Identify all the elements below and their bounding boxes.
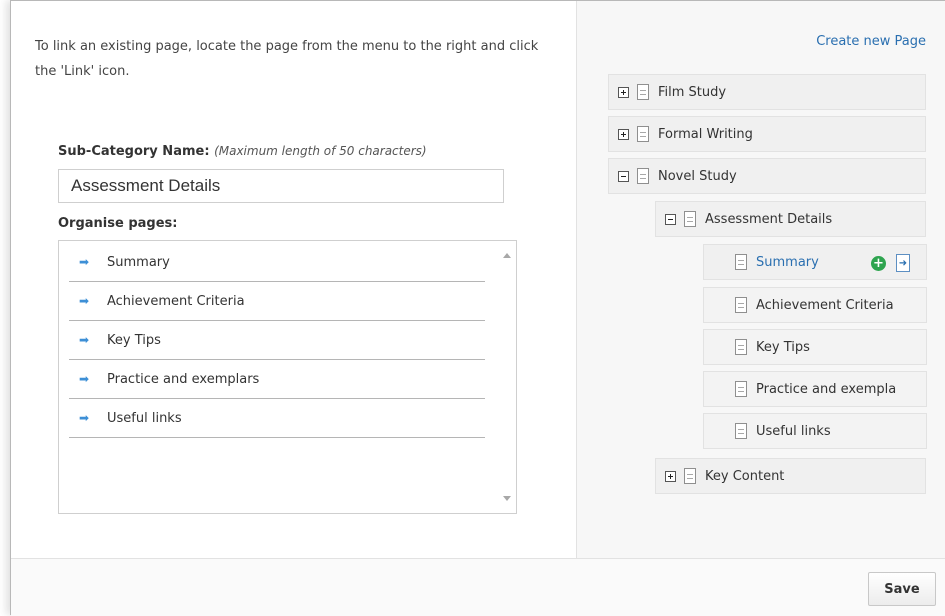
scroll-up-icon[interactable] [503,253,511,258]
document-icon [684,211,696,227]
expand-icon[interactable] [665,470,676,482]
list-item-label: Achievement Criteria [107,293,245,309]
tree-item-practice-and-exemplars[interactable]: Practice and exempla [703,371,927,407]
arrow-right-icon: ➡ [79,411,90,425]
document-icon [637,126,649,142]
tree-item-label: Practice and exempla [756,381,897,397]
tree-item-label: Key Content [705,468,785,484]
add-icon[interactable]: + [871,256,886,271]
tree-item-useful-links[interactable]: Useful links [703,413,927,449]
document-icon [637,168,649,184]
organise-pages-list: ➡ Summary ➡ Achievement Criteria ➡ Key T… [69,243,485,438]
list-item-label: Summary [107,254,170,270]
organise-pages-list-box[interactable]: ➡ Summary ➡ Achievement Criteria ➡ Key T… [58,240,517,514]
document-icon [735,381,747,397]
tree-item-film-study[interactable]: Film Study [608,74,926,110]
arrow-right-icon: ➡ [79,333,90,347]
document-icon [735,254,747,270]
arrow-right-icon: ➡ [79,294,90,308]
subcategory-hint: (Maximum length of 50 characters) [214,144,427,158]
subcategory-label-text: Sub-Category Name: [58,144,210,159]
collapse-icon[interactable] [618,170,629,182]
list-item[interactable]: ➡ Summary [69,243,485,282]
document-icon [637,84,649,100]
tree-item-assessment-details[interactable]: Assessment Details [655,201,926,237]
tree-item-label: Useful links [756,423,831,439]
document-icon [684,468,696,484]
organise-pages-label: Organise pages: [58,216,178,231]
expand-icon[interactable] [618,86,629,98]
dialog-footer: Save [11,558,945,616]
list-item-label: Useful links [107,410,182,426]
list-item-label: Key Tips [107,332,161,348]
tree-item-formal-writing[interactable]: Formal Writing [608,116,926,152]
scroll-down-icon[interactable] [503,496,511,501]
list-item[interactable]: ➡ Achievement Criteria [69,282,485,321]
tree-item-novel-study[interactable]: Novel Study [608,158,926,194]
right-pane: Create new Page Film Study Formal Writin… [576,1,945,558]
tree-item-achievement-criteria[interactable]: Achievement Criteria [703,287,927,323]
document-icon [735,339,747,355]
expand-icon[interactable] [618,128,629,140]
create-new-page-link[interactable]: Create new Page [816,34,926,49]
tree-item-label: Achievement Criteria [756,297,894,313]
tree-item-label: Assessment Details [705,211,833,227]
save-button[interactable]: Save [868,572,936,606]
list-item[interactable]: ➡ Key Tips [69,321,485,360]
left-pane: To link an existing page, locate the pag… [11,1,576,558]
list-item[interactable]: ➡ Useful links [69,399,485,438]
tree-item-label: Formal Writing [658,126,753,142]
list-scrollbar[interactable] [498,241,516,513]
tree-item-label: Film Study [658,84,727,100]
list-item[interactable]: ➡ Practice and exemplars [69,360,485,399]
tree-item-summary[interactable]: Summary + ➜ [703,244,927,280]
tree-item-label: Novel Study [658,168,737,184]
tree-item-key-tips[interactable]: Key Tips [703,329,927,365]
link-page-icon[interactable]: ➜ [896,254,910,272]
tree-item-label: Summary [756,254,819,270]
collapse-icon[interactable] [665,213,676,225]
tree-item-key-content[interactable]: Key Content [655,458,926,494]
tree-item-label: Key Tips [756,339,810,355]
list-item-label: Practice and exemplars [107,371,260,387]
arrow-right-icon: ➡ [79,372,90,386]
instructions-text: To link an existing page, locate the pag… [35,39,539,79]
subcategory-label: Sub-Category Name: (Maximum length of 50… [58,144,427,159]
document-icon [735,297,747,313]
dialog: To link an existing page, locate the pag… [10,0,945,616]
document-icon [735,423,747,439]
subcategory-name-input[interactable] [58,169,504,203]
arrow-right-icon: ➡ [79,255,90,269]
